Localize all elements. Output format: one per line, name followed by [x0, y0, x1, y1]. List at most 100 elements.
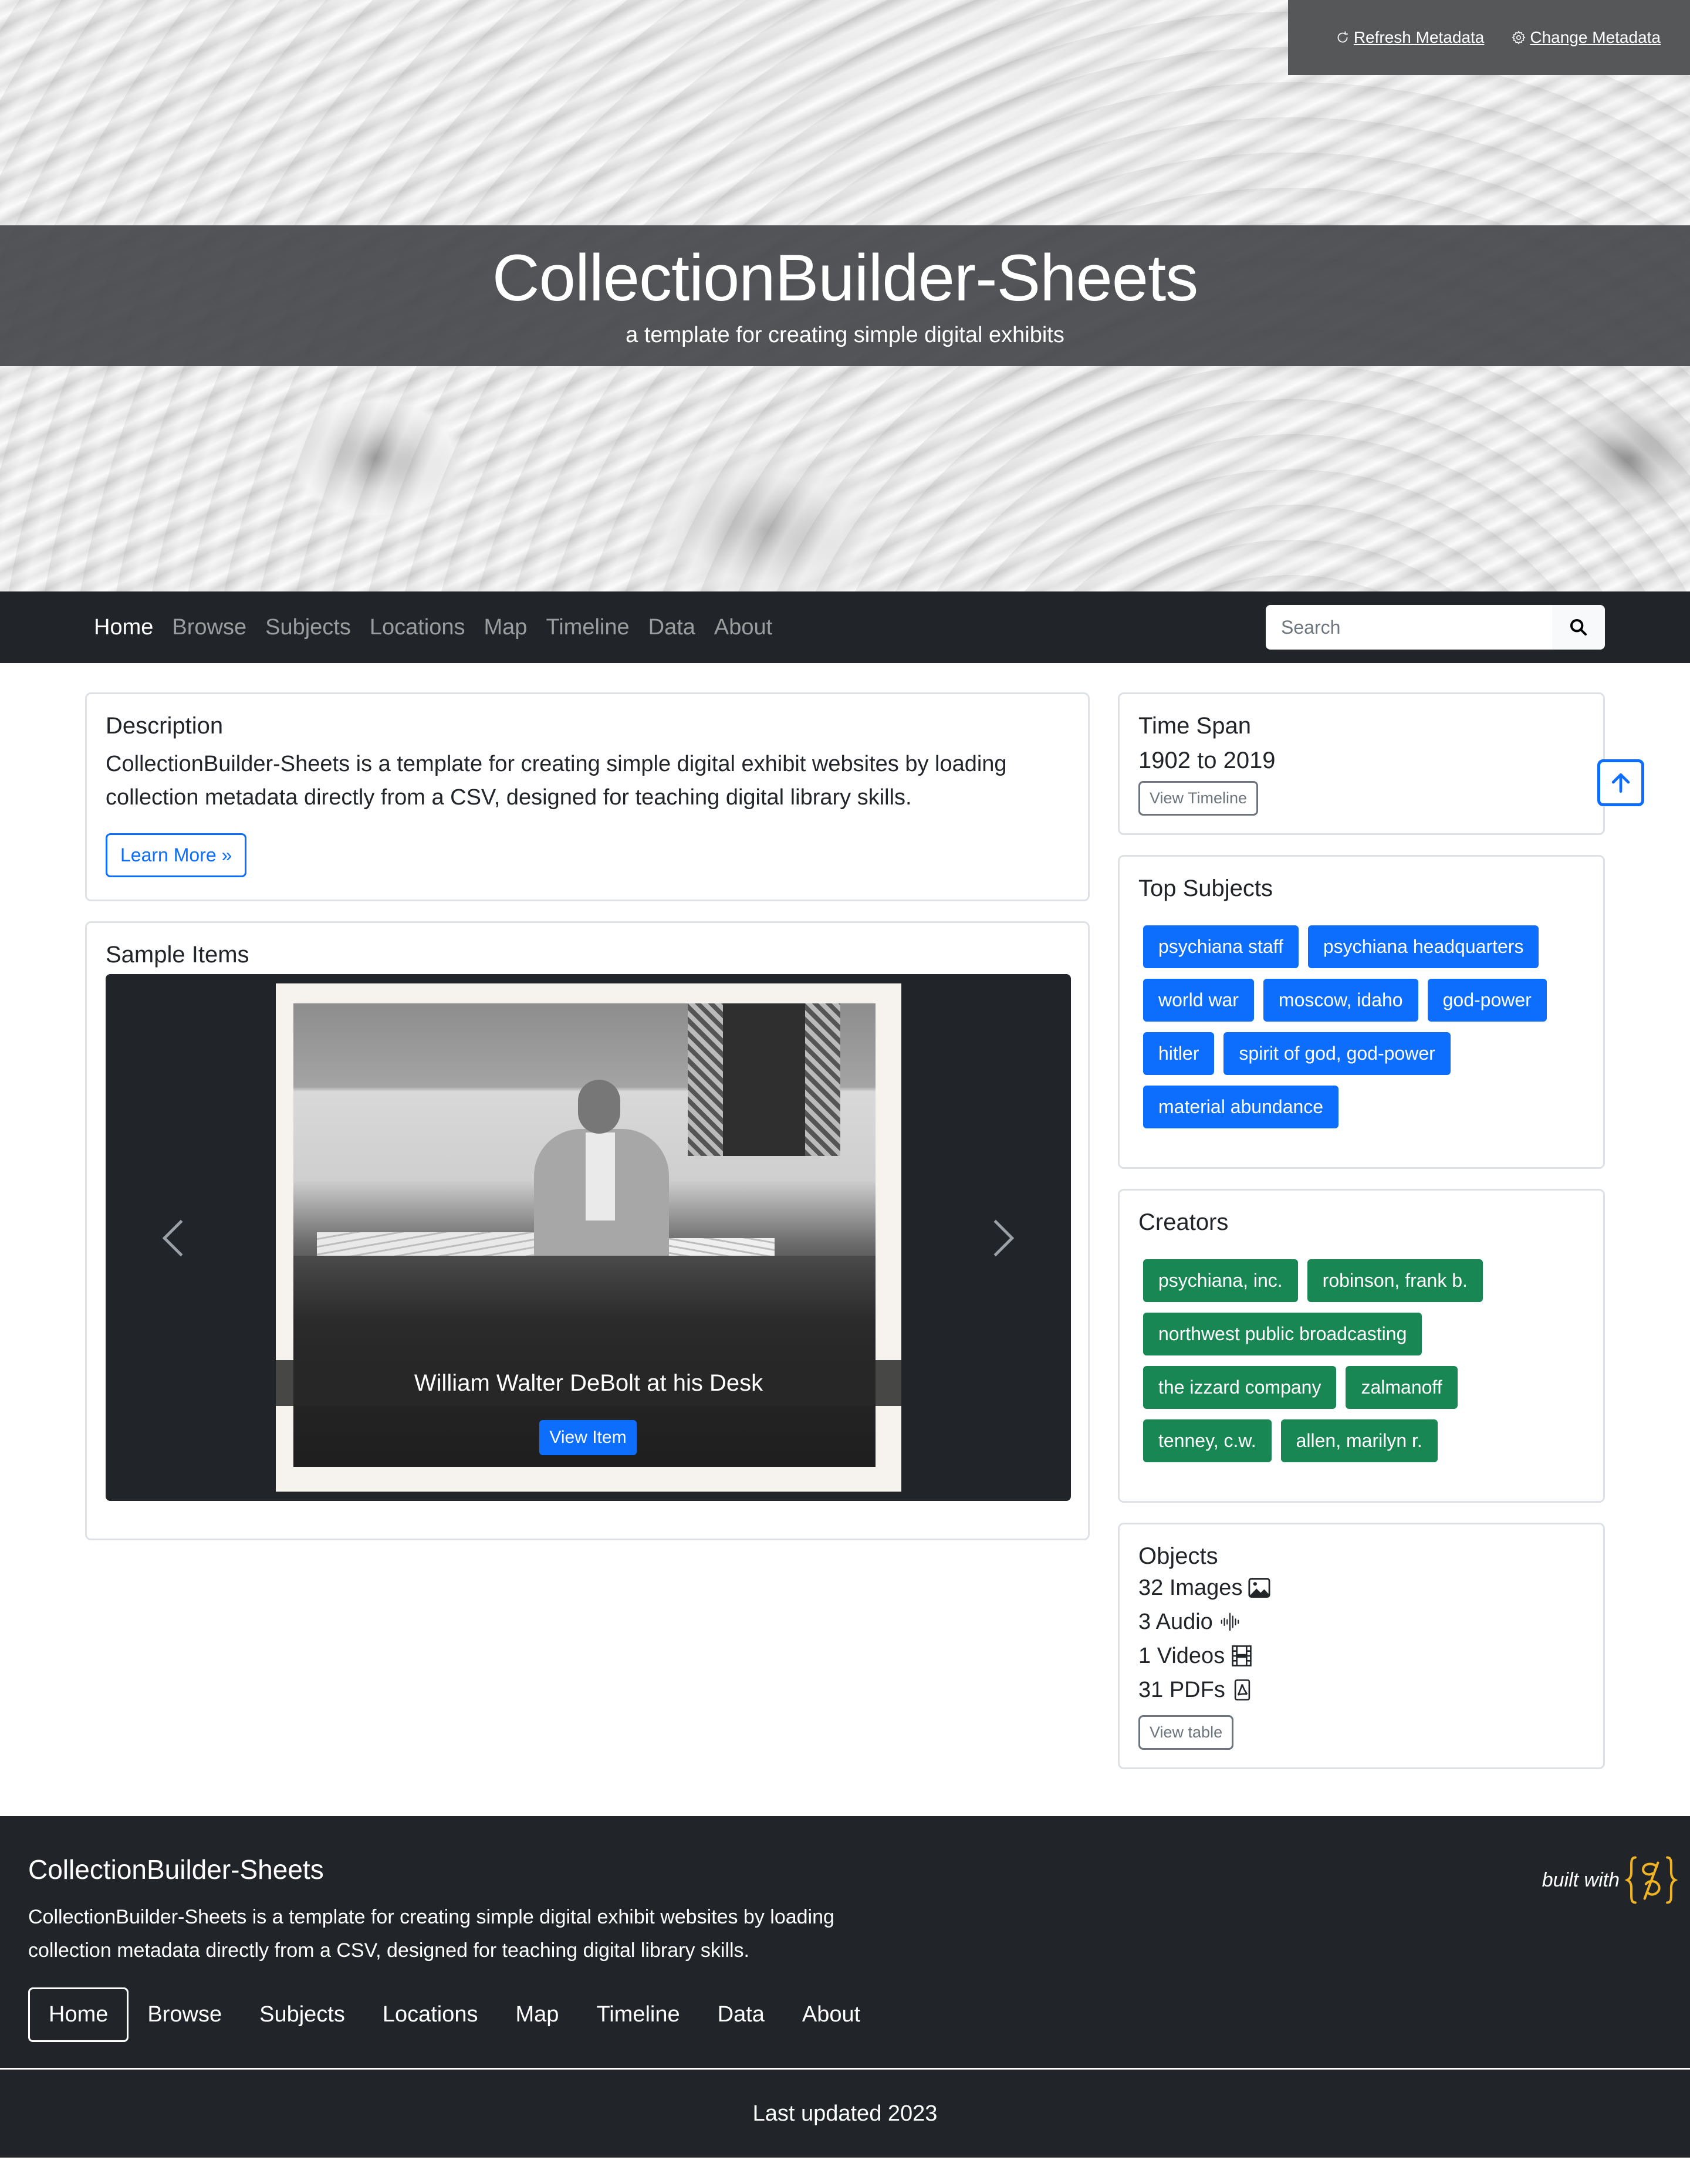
title-band: CollectionBuilder-Sheets a template for …: [0, 225, 1690, 366]
view-table-button[interactable]: View table: [1138, 1715, 1234, 1750]
change-metadata-link[interactable]: Change Metadata: [1511, 28, 1661, 47]
footer-nav-locations[interactable]: Locations: [364, 1989, 497, 2040]
footer-nav-subjects[interactable]: Subjects: [241, 1989, 364, 2040]
subject-tag[interactable]: material abundance: [1143, 1086, 1339, 1128]
search-input[interactable]: [1266, 605, 1552, 650]
audio-waveform-icon: [1221, 1612, 1239, 1631]
nav-item-subjects[interactable]: Subjects: [256, 615, 360, 640]
object-count-label: 32 Images: [1138, 1575, 1243, 1600]
change-metadata-label: Change Metadata: [1530, 28, 1661, 46]
creator-tag[interactable]: zalmanoff: [1346, 1366, 1458, 1409]
time-span-value: 1902 to 2019: [1138, 748, 1276, 773]
creator-tag[interactable]: robinson, frank b.: [1307, 1259, 1483, 1302]
creators-title: Creators: [1138, 1209, 1229, 1235]
chevron-left-icon: [162, 1219, 183, 1257]
objects-list: 32 Images 3 Audio 1 Videos 31 PDFs: [1138, 1573, 1584, 1705]
footer-top: CollectionBuilder-Sheets CollectionBuild…: [0, 1816, 1690, 2068]
built-with-label: built with: [1542, 1868, 1620, 1891]
sample-items-carousel: William Walter DeBolt at his Desk View I…: [106, 974, 1071, 1501]
description-title: Description: [106, 713, 224, 739]
nav-item-locations[interactable]: Locations: [360, 615, 475, 640]
footer-info: CollectionBuilder-Sheets CollectionBuild…: [28, 1854, 920, 2042]
nav-item-map[interactable]: Map: [475, 615, 537, 640]
footer-nav-map[interactable]: Map: [497, 1989, 578, 2040]
footer-nav-browse[interactable]: Browse: [129, 1989, 241, 2040]
description-text: CollectionBuilder-Sheets is a template f…: [106, 752, 1007, 810]
carousel-prev-button[interactable]: [153, 1209, 194, 1267]
subject-tag[interactable]: hitler: [1143, 1032, 1215, 1075]
collectionbuilder-logo-icon: [1624, 1856, 1678, 1904]
footer-description: CollectionBuilder-Sheets is a template f…: [28, 1906, 834, 1962]
object-count-label: 1 Videos: [1138, 1643, 1225, 1668]
nav-item-timeline[interactable]: Timeline: [536, 615, 638, 640]
time-span-card: Time Span 1902 to 2019 View Timeline: [1118, 692, 1605, 835]
metadata-toolbar: Refresh Metadata Change Metadata: [1288, 0, 1690, 75]
subject-tag[interactable]: psychiana staff: [1143, 925, 1299, 968]
top-subjects-title: Top Subjects: [1138, 875, 1273, 901]
view-item-button[interactable]: View Item: [539, 1420, 637, 1455]
main-content: Description CollectionBuilder-Sheets is …: [0, 663, 1690, 1769]
nav-item-browse[interactable]: Browse: [163, 615, 256, 640]
refresh-metadata-link[interactable]: Refresh Metadata: [1335, 28, 1485, 47]
photo-window: [688, 1003, 840, 1156]
footer-nav-about[interactable]: About: [783, 1989, 879, 2040]
sample-items-card: Sample Items William Walter DeBolt at hi…: [85, 921, 1090, 1540]
creator-tag[interactable]: psychiana, inc.: [1143, 1259, 1298, 1302]
creator-tag[interactable]: the izzard company: [1143, 1366, 1337, 1409]
image-icon: [1248, 1578, 1270, 1598]
refresh-icon: [1337, 31, 1348, 43]
object-count-row: 31 PDFs: [1138, 1675, 1584, 1705]
built-with-collectionbuilder-link[interactable]: built with: [1542, 1854, 1678, 1906]
object-count-label: 31 PDFs: [1138, 1677, 1225, 1702]
right-column: Time Span 1902 to 2019 View Timeline Top…: [1118, 692, 1605, 1769]
subject-tag[interactable]: spirit of god, god-power: [1223, 1032, 1451, 1075]
view-timeline-button[interactable]: View Timeline: [1138, 781, 1259, 816]
footer-nav-home[interactable]: Home: [28, 1987, 129, 2042]
chevron-right-icon: [993, 1219, 1015, 1257]
scroll-to-top-button[interactable]: [1597, 759, 1644, 806]
object-count-label: 3 Audio: [1138, 1609, 1213, 1634]
last-updated-text: Last updated 2023: [752, 2101, 938, 2126]
site-title: CollectionBuilder-Sheets: [492, 241, 1198, 315]
carousel-slide-image[interactable]: [276, 983, 901, 1492]
footer-nav: Home Browse Subjects Locations Map Timel…: [28, 1987, 920, 2042]
site-subtitle: a template for creating simple digital e…: [626, 323, 1064, 348]
carousel-next-button[interactable]: [983, 1209, 1024, 1267]
creator-tag[interactable]: allen, marilyn r.: [1280, 1419, 1438, 1462]
footer-title: CollectionBuilder-Sheets: [28, 1854, 324, 1885]
gear-icon: [1512, 31, 1526, 45]
learn-more-button[interactable]: Learn More »: [106, 833, 247, 877]
sample-items-title: Sample Items: [106, 942, 249, 968]
nav-item-about[interactable]: About: [705, 615, 782, 640]
subject-tag[interactable]: world war: [1143, 979, 1254, 1022]
nav-links: Home Browse Subjects Locations Map Timel…: [94, 615, 782, 640]
creators-card: Creators psychiana, inc. robinson, frank…: [1118, 1189, 1605, 1503]
refresh-metadata-label: Refresh Metadata: [1353, 28, 1485, 46]
top-subjects-card: Top Subjects psychiana staff psychiana h…: [1118, 855, 1605, 1169]
object-count-row: 32 Images: [1138, 1573, 1584, 1602]
search-form: [1266, 605, 1605, 650]
pdf-file-icon: [1234, 1679, 1250, 1700]
creator-tags: psychiana, inc. robinson, frank b. north…: [1138, 1244, 1584, 1462]
subject-tag[interactable]: psychiana headquarters: [1307, 925, 1539, 968]
object-count-row: 3 Audio: [1138, 1607, 1584, 1637]
object-count-row: 1 Videos: [1138, 1641, 1584, 1671]
search-button[interactable]: [1552, 605, 1605, 650]
left-column: Description CollectionBuilder-Sheets is …: [85, 692, 1090, 1540]
search-icon: [1570, 618, 1587, 636]
subject-tag[interactable]: moscow, idaho: [1263, 979, 1418, 1022]
footer-bottom: Last updated 2023: [0, 2070, 1690, 2158]
site-footer: CollectionBuilder-Sheets CollectionBuild…: [0, 1816, 1690, 2158]
nav-item-data[interactable]: Data: [639, 615, 705, 640]
objects-title: Objects: [1138, 1543, 1218, 1569]
hero-banner: Refresh Metadata Change Metadata Collect…: [0, 0, 1690, 591]
objects-card: Objects 32 Images 3 Audio 1 Videos 31 PD…: [1118, 1523, 1605, 1769]
carousel-caption: William Walter DeBolt at his Desk: [414, 1370, 763, 1396]
footer-nav-timeline[interactable]: Timeline: [577, 1989, 698, 2040]
creator-tag[interactable]: northwest public broadcasting: [1143, 1313, 1422, 1355]
carousel-caption-band: William Walter DeBolt at his Desk: [276, 1360, 901, 1406]
subject-tag[interactable]: god-power: [1427, 979, 1547, 1022]
creator-tag[interactable]: tenney, c.w.: [1143, 1419, 1272, 1462]
footer-nav-data[interactable]: Data: [699, 1989, 783, 2040]
nav-item-home[interactable]: Home: [94, 615, 163, 640]
